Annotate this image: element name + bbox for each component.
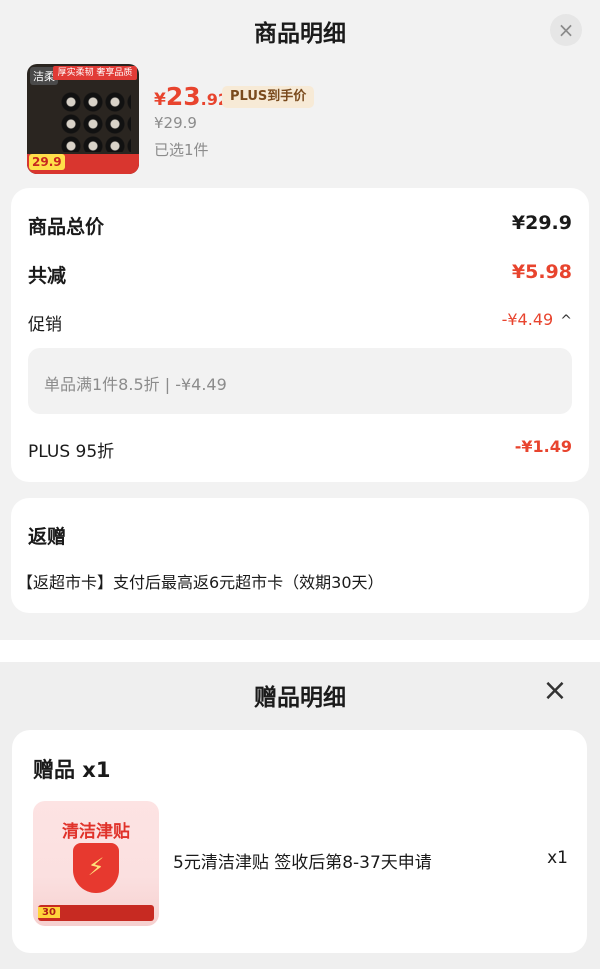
gift-name: 5元清洁津贴 签收后第8-37天申请 <box>173 853 432 873</box>
total-reduce-value: ¥5.98 <box>511 261 572 283</box>
sheet-divider <box>0 640 600 662</box>
rebate-title: 返赠 <box>28 526 67 548</box>
product-detail-sheet: 商品明细 × 洁柔 厚实柔韧 奢享品质 29.9 ¥23.92 PLUS到手价 … <box>0 0 600 640</box>
plus-price: ¥23.92 <box>154 82 229 111</box>
plus-discount-value: -¥1.49 <box>514 437 572 456</box>
promo-value: -¥4.49 <box>501 310 554 329</box>
gift-header: 赠品 x1 <box>33 758 111 782</box>
shield-bolt-icon: ⚡ <box>73 843 119 893</box>
gift-sheet-title: 赠品明细 <box>254 685 346 711</box>
close-icon[interactable]: × <box>550 14 582 46</box>
gift-image-title: 清洁津贴 <box>62 822 130 842</box>
plus-price-badge: PLUS到手价 <box>222 86 315 108</box>
promo-detail-text: 单品满1件8.5折 | -¥4.49 <box>44 375 227 394</box>
promo-label: 促销 <box>28 315 62 335</box>
plus-discount-label: PLUS 95折 <box>28 442 115 462</box>
promo-toggle[interactable]: -¥4.49 ^ <box>502 310 572 329</box>
chevron-up-icon: ^ <box>560 313 572 329</box>
rebate-card: 返赠 【返超市卡】支付后最高返6元超市卡（效期30天） <box>11 498 589 613</box>
gift-image-footer: 30 <box>38 905 154 921</box>
total-price-label: 商品总价 <box>28 216 105 238</box>
thumbnail-price-tag: 29.9 <box>29 154 65 170</box>
rebate-detail: 【返超市卡】支付后最高返6元超市卡（效期30天） <box>17 573 384 592</box>
total-reduce-label: 共减 <box>28 265 67 287</box>
tissue-rolls-image <box>61 92 131 152</box>
sheet-title: 商品明细 <box>254 21 346 47</box>
price-summary-card: 商品总价 ¥29.9 共减 ¥5.98 促销 -¥4.49 ^ 单品满1件8.5… <box>11 188 589 482</box>
promo-detail-box: 单品满1件8.5折 | -¥4.49 <box>28 348 572 414</box>
gift-quantity: x1 <box>547 848 568 868</box>
selected-count: 已选1件 <box>154 141 209 159</box>
gift-image[interactable]: 清洁津贴 ⚡ 30 <box>33 801 159 926</box>
product-thumbnail[interactable]: 洁柔 厚实柔韧 奢享品质 29.9 <box>27 64 139 174</box>
total-price-value: ¥29.9 <box>511 212 572 234</box>
thumbnail-banner: 厚实柔韧 奢享品质 <box>53 66 137 80</box>
original-price: ¥29.9 <box>154 114 197 132</box>
close-icon[interactable]: × <box>540 676 570 706</box>
